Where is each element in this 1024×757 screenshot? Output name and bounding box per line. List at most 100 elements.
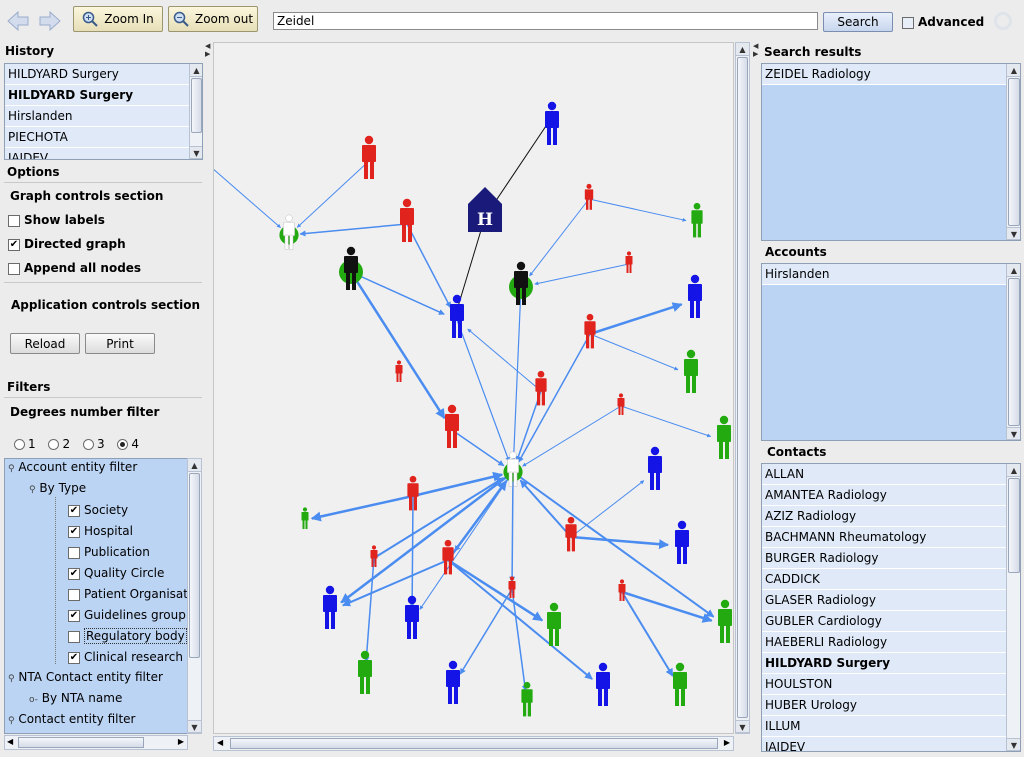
splitter-right[interactable]: ◀ ▶ — [753, 42, 759, 752]
splitter-left[interactable]: ◀ ▶ — [205, 42, 211, 752]
person-node-icon[interactable] — [675, 520, 689, 564]
person-node-icon[interactable] — [565, 516, 577, 552]
filter-tree-hscrollbar[interactable]: ◀ ▶ — [4, 735, 188, 750]
scroll-up-icon[interactable]: ▲ — [188, 459, 201, 472]
append-all-nodes-box[interactable] — [8, 262, 20, 275]
scroll-thumb[interactable] — [191, 78, 202, 133]
type-checkbox[interactable]: ✔ — [68, 525, 80, 538]
radio-icon[interactable] — [82, 439, 94, 450]
filter-tree-scrollbar[interactable]: ▲ ▼ — [187, 458, 202, 734]
show-labels-checkbox[interactable]: Show labels — [8, 213, 105, 227]
history-item[interactable]: PIECHOTA — [5, 127, 189, 148]
person-node-icon[interactable] — [547, 602, 561, 646]
type-clinical-research-group[interactable]: ✔ Clinical research group — [68, 650, 187, 664]
graph-hscrollbar[interactable]: ◀ ▶ — [213, 736, 734, 751]
network-graph-svg[interactable]: H — [203, 43, 735, 735]
person-node-icon[interactable] — [625, 251, 633, 273]
scroll-right-icon[interactable]: ▶ — [724, 738, 730, 747]
back-button[interactable] — [6, 10, 30, 32]
zoom-in-button[interactable]: Zoom In — [73, 6, 163, 32]
history-item[interactable]: HILDYARD Surgery — [5, 85, 189, 106]
forward-button[interactable] — [38, 10, 62, 32]
tree-handle-icon[interactable]: o- — [29, 695, 38, 705]
person-node-icon[interactable] — [535, 370, 547, 406]
contact-item[interactable]: BURGER Radiology — [762, 548, 1006, 569]
scroll-thumb[interactable] — [18, 737, 144, 748]
contact-item[interactable]: AZIZ Radiology — [762, 506, 1006, 527]
person-node-icon[interactable] — [358, 650, 372, 694]
person-node-icon[interactable] — [279, 214, 299, 250]
scroll-up-icon[interactable]: ▲ — [736, 43, 749, 56]
person-node-icon[interactable] — [445, 404, 459, 448]
scroll-thumb[interactable] — [1008, 78, 1020, 226]
scroll-thumb[interactable] — [1008, 478, 1020, 573]
type-patient-organisation[interactable]: Patient Organisation — [68, 587, 187, 601]
search-result-item[interactable]: ZEIDEL Radiology — [762, 64, 1006, 85]
person-node-icon[interactable] — [450, 294, 464, 338]
scroll-down-icon[interactable]: ▼ — [1007, 227, 1020, 240]
scroll-thumb[interactable] — [1008, 278, 1020, 426]
advanced-checkbox-box[interactable] — [902, 16, 914, 29]
person-node-icon[interactable] — [684, 349, 698, 393]
person-node-icon[interactable] — [400, 198, 414, 242]
person-node-icon[interactable] — [362, 135, 376, 179]
person-node-icon[interactable] — [718, 599, 732, 643]
person-node-icon[interactable] — [395, 360, 403, 382]
search-input[interactable] — [273, 12, 818, 30]
directed-graph-checkbox[interactable]: ✔ Directed graph — [8, 237, 126, 251]
person-node-icon[interactable] — [648, 446, 662, 490]
history-item[interactable]: HILDYARD Surgery — [5, 64, 189, 85]
graph-vscrollbar[interactable]: ▲ ▼ — [735, 42, 750, 734]
scroll-right-icon[interactable]: ▶ — [178, 737, 184, 746]
type-checkbox[interactable] — [68, 630, 80, 643]
type-checkbox[interactable] — [68, 546, 80, 559]
reload-button[interactable]: Reload — [10, 333, 80, 354]
show-labels-box[interactable] — [8, 214, 20, 227]
type-checkbox[interactable]: ✔ — [68, 651, 80, 664]
directed-graph-box[interactable]: ✔ — [8, 238, 20, 251]
scroll-up-icon[interactable]: ▲ — [1007, 464, 1020, 477]
search-results-scrollbar[interactable]: ▲ ▼ — [1006, 64, 1020, 240]
scroll-down-icon[interactable]: ▼ — [1007, 738, 1020, 751]
person-node-icon[interactable] — [323, 585, 337, 629]
scroll-down-icon[interactable]: ▼ — [736, 720, 749, 733]
scroll-left-icon[interactable]: ◀ — [217, 738, 223, 747]
type-checkbox[interactable]: ✔ — [68, 504, 80, 517]
person-node-icon[interactable] — [691, 202, 703, 238]
tree-node-account-filter[interactable]: ⚲ Account entity filter — [8, 460, 137, 474]
person-node-icon[interactable] — [301, 507, 309, 529]
person-node-icon[interactable] — [446, 660, 460, 704]
type-society[interactable]: ✔ Society — [68, 503, 128, 517]
person-node-icon[interactable] — [509, 261, 533, 305]
person-node-icon[interactable] — [508, 576, 516, 598]
contact-item[interactable]: HUBER Urology — [762, 695, 1006, 716]
contacts-scrollbar[interactable]: ▲ ▼ — [1006, 464, 1020, 751]
contact-item[interactable]: HILDYARD Surgery — [762, 653, 1006, 674]
advanced-checkbox[interactable]: Advanced — [902, 15, 984, 29]
tree-handle-icon[interactable]: ⚲ — [8, 716, 15, 726]
contact-item[interactable]: CADDICK — [762, 569, 1006, 590]
radio-icon[interactable] — [48, 439, 60, 450]
contact-item[interactable]: ALLAN — [762, 464, 1006, 485]
scroll-up-icon[interactable]: ▲ — [190, 64, 202, 77]
scroll-up-icon[interactable]: ▲ — [1007, 264, 1020, 277]
person-node-icon[interactable] — [584, 183, 594, 210]
hospital-icon[interactable]: H — [468, 187, 502, 232]
radio-icon[interactable] — [14, 439, 25, 450]
collapse-right-icon[interactable]: ◀ ▶ — [753, 42, 759, 58]
history-item[interactable]: JAIDEV — [5, 148, 189, 159]
person-node-icon[interactable] — [688, 274, 702, 318]
contact-item[interactable]: BACHMANN Rheumatology — [762, 527, 1006, 548]
tree-handle-icon[interactable]: ⚲ — [8, 674, 15, 684]
type-regulatory-body[interactable]: Regulatory body — [68, 628, 187, 644]
contact-item[interactable]: JAIDEV — [762, 737, 1006, 751]
accounts-scrollbar[interactable]: ▲ ▼ — [1006, 264, 1020, 440]
type-checkbox[interactable] — [68, 588, 80, 601]
person-node-icon[interactable] — [717, 415, 731, 459]
contact-item[interactable]: GUBLER Cardiology — [762, 611, 1006, 632]
degree-radio-2[interactable]: 2 — [48, 437, 70, 451]
contact-item[interactable]: HAEBERLI Radiology — [762, 632, 1006, 653]
type-quality-circle[interactable]: ✔ Quality Circle — [68, 566, 164, 580]
history-scrollbar[interactable]: ▲ ▼ — [189, 64, 202, 159]
tree-node-by-type[interactable]: ⚲ By Type — [29, 481, 86, 495]
